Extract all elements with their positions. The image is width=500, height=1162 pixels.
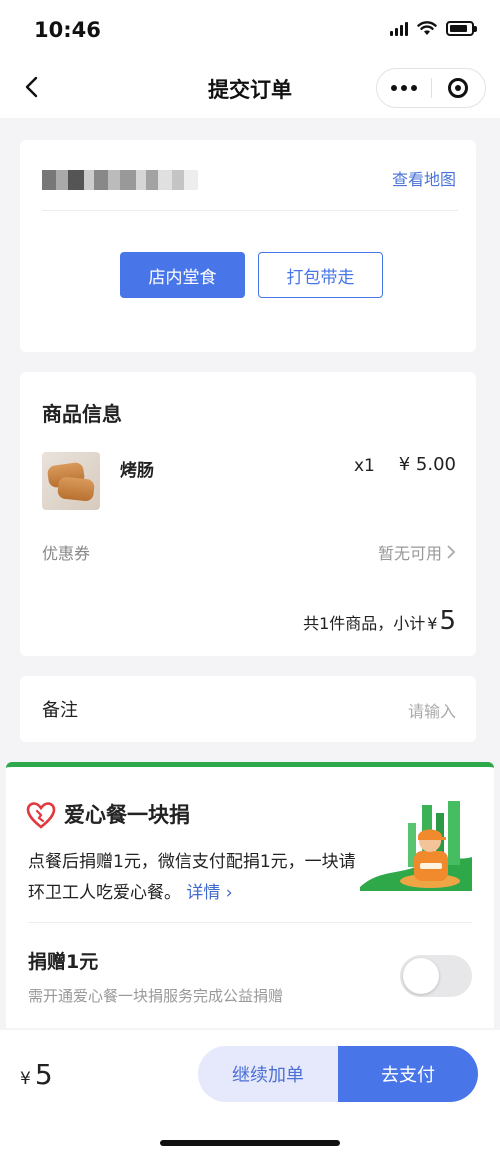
product-name: 烤肠 [120,461,154,481]
address-redacted [42,170,198,190]
home-indicator [160,1140,340,1146]
total-currency: ¥ [20,1069,31,1089]
miniprogram-capsule [376,68,486,108]
goods-card: 商品信息 烤肠 x1 ¥ 5.00 优惠券 暂无可用 共1件商品，小计 ¥ 5 [20,372,476,656]
donate-title: 捐赠1元 [28,951,99,973]
divider [28,922,472,923]
coupon-selector[interactable]: 暂无可用 [378,540,456,564]
bottom-bar: ¥ 5 继续加单 去支付 [0,1030,500,1162]
status-time: 10:46 [34,18,101,42]
remark-input[interactable]: 请输入 [408,698,456,722]
donate-toggle[interactable] [400,955,472,997]
charity-card: 爱心餐一块捐 点餐后捐赠1元，微信支付配捐1元，一块请环卫工人吃爱心餐。 详情 … [6,762,494,1028]
heart-icon [26,802,56,829]
subtotal: 共1件商品，小计 ¥ 5 [303,606,456,636]
miniprogram-close-icon[interactable] [431,69,485,107]
address-card: 查看地图 店内堂食 打包带走 [20,140,476,352]
chevron-right-icon [447,545,456,559]
coupon-value: 暂无可用 [377,544,442,563]
dine-in-button[interactable]: 店内堂食 [120,252,245,298]
status-bar: 10:46 [0,0,500,58]
charity-title: 爱心餐一块捐 [64,803,190,827]
product-quantity: x1 [354,456,375,476]
pay-button[interactable]: 去支付 [338,1046,478,1102]
continue-ordering-button[interactable]: 继续加单 [198,1046,338,1102]
total-amount: 5 [34,1058,53,1091]
takeout-button[interactable]: 打包带走 [258,252,383,298]
charity-detail-link[interactable]: 详情 › [186,883,232,903]
goods-section-title: 商品信息 [42,402,122,426]
remark-card[interactable]: 备注 请输入 [20,676,476,742]
divider [42,210,458,211]
battery-icon [446,20,477,36]
charity-description: 点餐后捐赠1元，微信支付配捐1元，一块请环卫工人吃爱心餐。 详情 › [28,847,358,909]
more-dots-icon[interactable] [377,69,431,107]
donate-subtitle: 需开通爱心餐一块捐服务完成公益捐赠 [28,987,284,1005]
subtotal-currency: ¥ [427,614,438,633]
product-image [42,452,100,510]
wifi-icon [417,21,437,35]
nav-bar: 提交订单 [0,58,500,118]
product-price: ¥ 5.00 [398,454,456,475]
status-icons [390,20,477,36]
sanitation-worker-illustration [360,801,472,891]
coupon-label: 优惠券 [42,544,91,563]
subtotal-text: 共1件商品，小计 [303,614,426,633]
order-total: ¥ 5 [20,1058,53,1091]
subtotal-amount: 5 [439,606,456,636]
signal-icon [390,20,408,36]
remark-label: 备注 [42,700,78,721]
toggle-knob [403,958,439,994]
view-map-link[interactable]: 查看地图 [392,166,456,190]
